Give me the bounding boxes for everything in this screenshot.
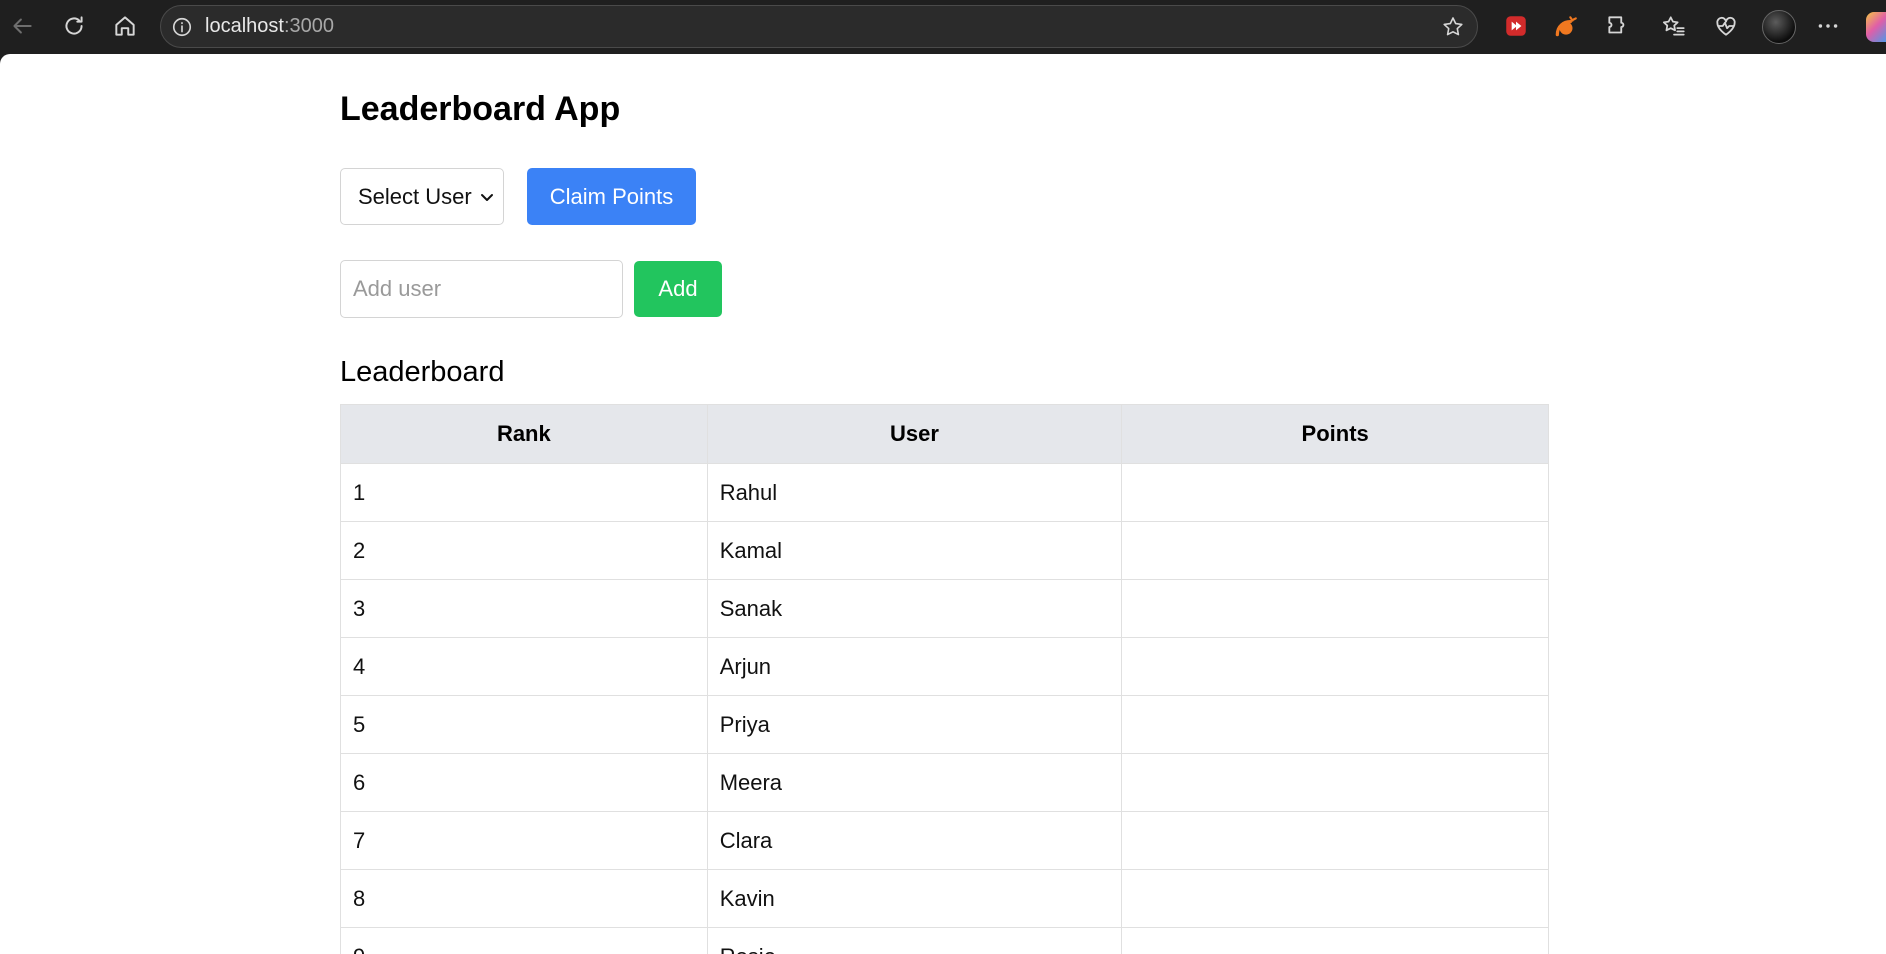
leaderboard-table: Rank User Points 1 Rahul 2 Kamal 3 Sanak… — [340, 404, 1549, 954]
favorite-star-icon — [1443, 17, 1463, 36]
user-select[interactable]: Select User — [340, 168, 504, 225]
rank-cell: 2 — [340, 521, 708, 580]
rank-cell: 1 — [340, 463, 708, 522]
user-cell: Meera — [706, 753, 1123, 812]
extension-icon — [1608, 16, 1625, 34]
table-row: 9 Rosie — [340, 927, 1549, 954]
table-row: 7 Clara — [340, 811, 1549, 870]
browser-essentials-button[interactable] — [1710, 10, 1742, 42]
claim-points-button[interactable]: Claim Points — [527, 168, 696, 225]
health-icon — [1716, 16, 1736, 36]
user-cell: Arjun — [706, 637, 1123, 696]
browser-toolbar: localhost:3000 — [0, 0, 1886, 54]
rank-cell: 9 — [340, 927, 708, 954]
leaderboard-title: Leaderboard — [340, 356, 505, 388]
favorites-button[interactable] — [1658, 10, 1690, 42]
rank-header: Rank — [340, 404, 708, 464]
user-select-value: Select User — [358, 183, 472, 209]
user-cell: Priya — [706, 695, 1123, 754]
page-viewport: Leaderboard App Select User Claim Points… — [0, 54, 1886, 954]
points-cell — [1121, 695, 1549, 754]
user-cell: Kavin — [706, 869, 1123, 928]
more-icon — [1818, 24, 1838, 28]
points-cell — [1121, 579, 1549, 638]
table-row: 5 Priya — [340, 695, 1549, 754]
more-button[interactable] — [1812, 10, 1844, 42]
user-cell: Rahul — [706, 463, 1123, 522]
user-cell: Clara — [706, 811, 1123, 870]
refresh-icon — [65, 16, 83, 35]
points-cell — [1121, 869, 1549, 928]
rank-cell: 8 — [340, 869, 708, 928]
favorite-button[interactable] — [1439, 13, 1467, 41]
add-user-input[interactable] — [340, 260, 623, 318]
table-row: 6 Meera — [340, 753, 1549, 812]
url-port: :3000 — [283, 15, 334, 37]
rank-cell: 6 — [340, 753, 708, 812]
points-header: Points — [1121, 404, 1549, 464]
user-cell: Kamal — [706, 521, 1123, 580]
rank-cell: 7 — [340, 811, 708, 870]
table-row: 8 Kavin — [340, 869, 1549, 928]
video-extension-icon — [1506, 16, 1526, 36]
points-cell — [1121, 927, 1549, 954]
table-row: 4 Arjun — [340, 637, 1549, 696]
page-title: Leaderboard App — [340, 90, 621, 128]
rank-cell: 5 — [340, 695, 708, 754]
home-icon — [115, 16, 135, 36]
table-row: 2 Kamal — [340, 521, 1549, 580]
chevron-down-icon — [481, 194, 493, 201]
url-host: localhost — [205, 15, 284, 37]
points-cell — [1121, 753, 1549, 812]
table-row: 3 Sanak — [340, 579, 1549, 638]
rank-cell: 3 — [340, 579, 708, 638]
address-bar[interactable]: localhost:3000 — [160, 5, 1478, 48]
add-user-button[interactable]: Add — [634, 261, 722, 317]
extension-video-button[interactable] — [1500, 10, 1532, 42]
user-header: User — [706, 404, 1123, 464]
rank-cell: 4 — [340, 637, 708, 696]
extensions-button[interactable] — [1602, 10, 1634, 42]
points-cell — [1121, 521, 1549, 580]
points-cell — [1121, 637, 1549, 696]
table-row: 1 Rahul — [340, 463, 1549, 522]
points-cell — [1121, 811, 1549, 870]
back-button[interactable] — [4, 8, 40, 44]
site-info-button[interactable] — [169, 14, 195, 40]
user-cell: Rosie — [706, 927, 1123, 954]
copilot-icon[interactable] — [1866, 12, 1886, 42]
profile-avatar[interactable] — [1762, 10, 1796, 44]
home-button[interactable] — [107, 8, 143, 44]
collections-icon — [1662, 16, 1685, 36]
back-arrow-icon — [13, 18, 32, 34]
table-header-row: Rank User Points — [340, 404, 1549, 464]
extension-orange-button[interactable] — [1550, 10, 1582, 42]
info-icon — [172, 17, 192, 36]
orange-extension-icon — [1555, 16, 1577, 37]
refresh-button[interactable] — [56, 8, 92, 44]
points-cell — [1121, 463, 1549, 522]
user-cell: Sanak — [706, 579, 1123, 638]
